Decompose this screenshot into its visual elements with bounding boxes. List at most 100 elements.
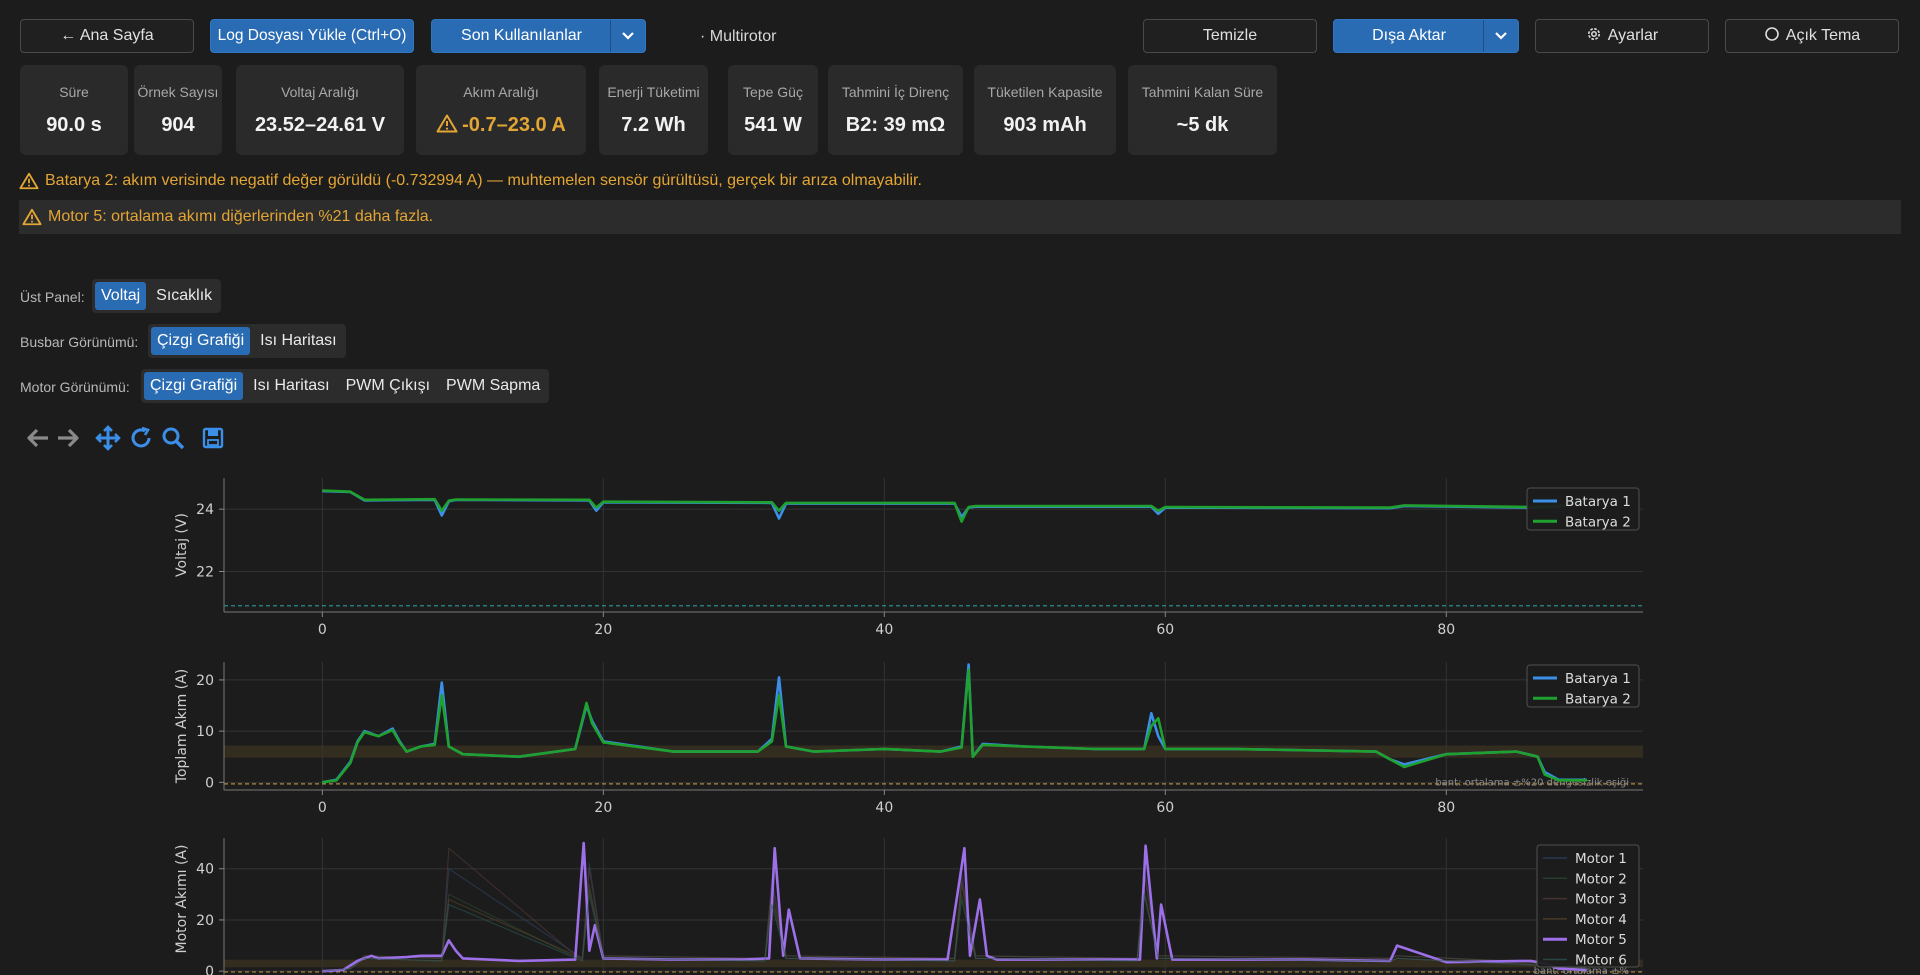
x-tick-label: 80 xyxy=(1437,800,1455,816)
y-tick-label: 24 xyxy=(196,502,214,518)
x-tick-label: 80 xyxy=(1437,622,1455,638)
export-dropdown[interactable]: Dışa Aktar xyxy=(1333,19,1519,53)
stat-label: Örnek Sayısı xyxy=(137,84,219,100)
x-tick-label: 40 xyxy=(875,622,893,638)
legend-box xyxy=(1526,487,1640,531)
motor-option-line-chart[interactable]: Çizgi Grafiği xyxy=(144,372,244,400)
stat-card-voltage-range: Voltaj Aralığı 23.52–24.61 V xyxy=(236,65,404,155)
recent-files-label: Son Kullanılanlar xyxy=(461,27,582,44)
theme-label: Açık Tema xyxy=(1785,27,1861,44)
chevron-down-icon[interactable] xyxy=(1483,20,1518,52)
stat-card-energy: Enerji Tüketimi 7.2 Wh xyxy=(599,65,708,155)
legend-box xyxy=(1536,844,1640,968)
legend-box xyxy=(1526,664,1640,708)
settings-label: Ayarlar xyxy=(1607,27,1659,44)
stat-value: 23.52–24.61 V xyxy=(254,114,386,136)
legend-label: Batarya 1 xyxy=(1565,494,1631,510)
warning-text: Motor 5: ortalama akımı diğerlerinden %2… xyxy=(48,208,434,225)
y-tick-label: 40 xyxy=(196,862,214,878)
stat-label: Süre xyxy=(59,84,89,100)
chevron-down-icon[interactable] xyxy=(610,20,645,52)
pan-icon[interactable] xyxy=(94,424,122,452)
series-line-batarya-1 xyxy=(322,489,1588,520)
stat-value-warning: -0.7–23.0 A xyxy=(416,114,586,137)
load-log-button[interactable]: Log Dosyası Yükle (Ctrl+O) xyxy=(210,19,414,53)
busbar-view-selector: Çizgi Grafiği Isı Haritası xyxy=(148,324,346,358)
home-button[interactable]: ← Ana Sayfa xyxy=(20,19,194,53)
warning-icon xyxy=(19,172,39,190)
top-panel-label: Üst Panel: xyxy=(20,289,85,305)
series-line-motor-5 xyxy=(322,841,1587,973)
settings-button[interactable]: Ayarlar xyxy=(1535,19,1709,53)
legend-label: Batarya 1 xyxy=(1565,671,1631,687)
zoom-icon[interactable] xyxy=(159,424,187,452)
theme-toggle-button[interactable]: Açık Tema xyxy=(1725,19,1899,53)
series-line-motor-4 xyxy=(322,883,1587,972)
circle-icon xyxy=(1764,26,1780,47)
motor-option-heatmap[interactable]: Isı Haritası xyxy=(247,372,335,400)
save-icon[interactable] xyxy=(199,424,227,452)
legend-label: Batarya 2 xyxy=(1565,691,1631,707)
motor-option-pwm-output[interactable]: PWM Çıkışı xyxy=(340,372,436,400)
stat-label: Akım Aralığı xyxy=(463,84,539,100)
top-panel-option-temperature[interactable]: Sıcaklık xyxy=(150,282,218,310)
recent-files-dropdown[interactable]: Son Kullanılanlar xyxy=(431,19,646,53)
stat-value: 90.0 s xyxy=(46,114,102,136)
legend-label: Motor 1 xyxy=(1575,851,1627,867)
legend-label: Batarya 2 xyxy=(1565,514,1631,530)
stat-card-remaining-time: Tahmini Kalan Süre ~5 dk xyxy=(1128,65,1277,155)
stat-card-internal-resistance: Tahmini İç Direnç B2: 39 mΩ xyxy=(828,65,963,155)
series-line-motor-2 xyxy=(322,883,1587,972)
busbar-option-heatmap[interactable]: Isı Haritası xyxy=(254,327,342,355)
warning-icon xyxy=(22,208,42,226)
motor-view-label: Motor Görünümü: xyxy=(20,379,130,395)
warning-text: Batarya 2: akım verisinde negatif değer … xyxy=(45,172,922,189)
top-panel-option-voltage[interactable]: Voltaj xyxy=(95,282,147,310)
stat-card-duration: Süre 90.0 s xyxy=(20,65,128,155)
current-range-value: -0.7–23.0 A xyxy=(462,114,566,136)
stat-label: Tüketilen Kapasite xyxy=(987,84,1103,100)
stat-card-sample-count: Örnek Sayısı 904 xyxy=(134,65,222,155)
series-line-batarya-2 xyxy=(322,489,1588,523)
busbar-option-line-chart[interactable]: Çizgi Grafiği xyxy=(151,327,251,355)
legend-label: Motor 3 xyxy=(1575,892,1627,908)
y-tick-label: 22 xyxy=(196,564,214,580)
stat-value: 7.2 Wh xyxy=(621,114,686,136)
stat-value: ~5 dk xyxy=(1176,114,1229,136)
busbar-view-label: Busbar Görünümü: xyxy=(20,334,139,350)
vehicle-type-label: · Multirotor xyxy=(700,28,777,45)
x-tick-label: 60 xyxy=(1156,622,1174,638)
gear-icon xyxy=(1586,26,1602,47)
stat-label: Voltaj Aralığı xyxy=(281,84,359,100)
series-line-motor-3 xyxy=(322,847,1587,972)
legend-label: Motor 6 xyxy=(1575,953,1627,969)
reset-icon[interactable] xyxy=(127,424,155,452)
stat-value: B2: 39 mΩ xyxy=(845,114,946,136)
y-axis-label: Toplam Akım (A) xyxy=(174,669,190,784)
motor-option-pwm-deviation[interactable]: PWM Sapma xyxy=(440,372,546,400)
stat-label: Tahmini İç Direnç xyxy=(841,84,950,100)
stat-value: 541 W xyxy=(744,114,802,136)
stat-label: Enerji Tüketimi xyxy=(607,84,700,100)
legend-label: Motor 2 xyxy=(1575,871,1627,887)
back-arrow-icon[interactable] xyxy=(24,424,52,452)
stat-label: Tahmini Kalan Süre xyxy=(1141,84,1264,100)
y-tick-label: 20 xyxy=(196,913,214,929)
x-tick-label: 0 xyxy=(318,622,327,638)
y-tick-label: 0 xyxy=(205,964,214,975)
chart-panel-2: 0 10 20 0 20 40 60 80 Toplam Akım (A) bant: ortal… xyxy=(174,662,1643,816)
imbalance-band xyxy=(224,745,1643,758)
stat-card-peak-power: Tepe Güç 541 W xyxy=(728,65,818,155)
top-panel-selector: Voltaj Sıcaklık xyxy=(92,279,222,313)
warning-battery: Batarya 2: akım verisinde negatif değer … xyxy=(19,172,922,190)
forward-arrow-icon[interactable] xyxy=(54,424,82,452)
clear-button[interactable]: Temizle xyxy=(1143,19,1317,53)
stat-value: 903 mAh xyxy=(1003,114,1087,136)
motor-view-selector: Çizgi Grafiği Isı Haritası PWM Çıkışı PW… xyxy=(141,369,550,403)
x-tick-label: 40 xyxy=(875,800,893,816)
series-line-batarya-1 xyxy=(322,663,1587,784)
y-tick-label: 20 xyxy=(196,673,214,689)
stat-card-current-range: Akım Aralığı -0.7–23.0 A xyxy=(416,65,586,155)
legend-label: Motor 4 xyxy=(1575,912,1627,928)
y-tick-label: 10 xyxy=(196,724,214,740)
